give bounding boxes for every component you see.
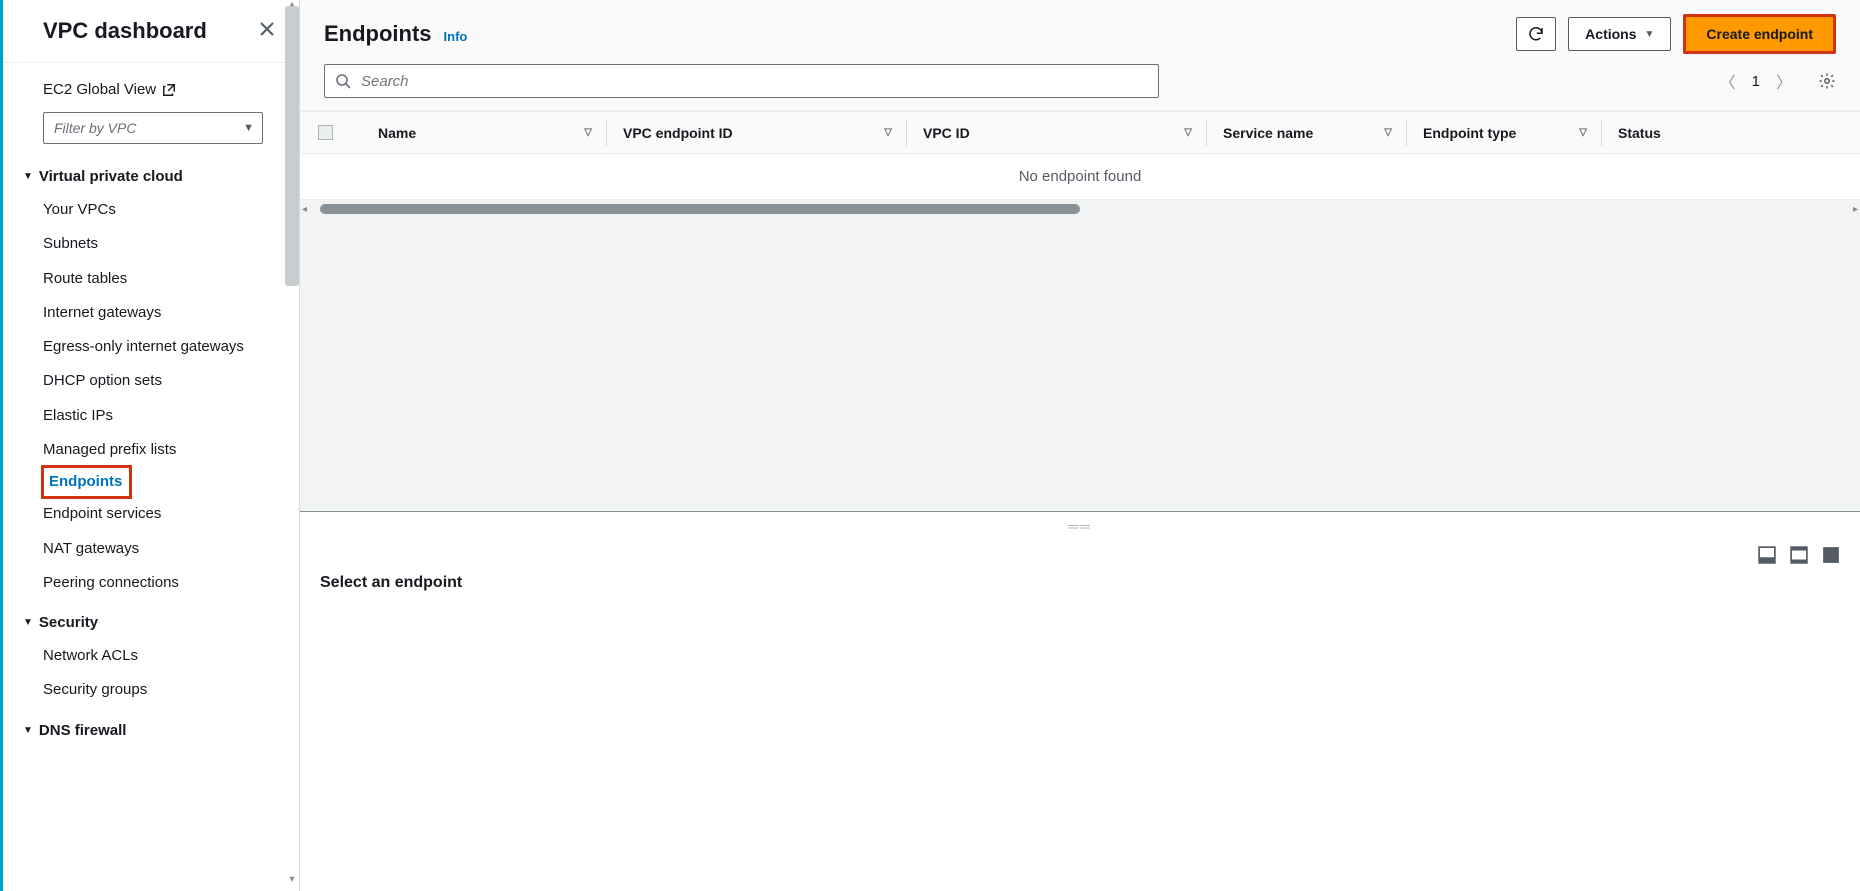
nav-group-label: Virtual private cloud xyxy=(39,168,183,185)
nav-group-label: DNS firewall xyxy=(39,722,127,739)
column-endpoint-id[interactable]: VPC endpoint ID▽ xyxy=(607,120,907,146)
scroll-left-icon[interactable]: ◂ xyxy=(302,204,307,215)
sort-icon[interactable]: ▽ xyxy=(1184,127,1192,138)
sidebar-item-peering[interactable]: Peering connections xyxy=(43,566,279,600)
sidebar-item-your-vpcs[interactable]: Your VPCs xyxy=(43,193,279,227)
search-box[interactable] xyxy=(324,64,1159,98)
sidebar-item-internet-gateways[interactable]: Internet gateways xyxy=(43,296,279,330)
filter-placeholder: Filter by VPC xyxy=(54,120,136,136)
sort-icon[interactable]: ▽ xyxy=(1384,127,1392,138)
sidebar-item-egress-gateways[interactable]: Egress-only internet gateways xyxy=(43,330,279,364)
detail-title: Select an endpoint xyxy=(300,570,1860,612)
collapse-icon: ▼ xyxy=(23,725,33,736)
actions-button[interactable]: Actions ▼ xyxy=(1568,17,1671,51)
caret-down-icon: ▼ xyxy=(243,122,254,134)
layout-bottom-icon[interactable] xyxy=(1758,546,1776,564)
sidebar-item-subnets[interactable]: Subnets xyxy=(43,227,279,261)
sort-icon[interactable]: ▽ xyxy=(584,127,592,138)
sidebar-item-nat-gateways[interactable]: NAT gateways xyxy=(43,532,279,566)
settings-gear-icon[interactable] xyxy=(1818,72,1836,90)
page-title: Endpoints xyxy=(324,21,432,47)
column-status[interactable]: Status xyxy=(1602,120,1860,146)
create-endpoint-label: Create endpoint xyxy=(1706,26,1813,42)
sidebar-item-dhcp[interactable]: DHCP option sets xyxy=(43,364,279,398)
scroll-down-icon[interactable]: ▾ xyxy=(286,873,298,885)
pagination: 〈 1 〉 xyxy=(1720,69,1836,93)
search-icon xyxy=(335,73,351,89)
endpoints-table: Name▽ VPC endpoint ID▽ VPC ID▽ Service n… xyxy=(300,111,1860,218)
refresh-icon xyxy=(1527,25,1545,43)
table-header: Name▽ VPC endpoint ID▽ VPC ID▽ Service n… xyxy=(300,112,1860,154)
sort-icon[interactable]: ▽ xyxy=(884,127,892,138)
info-link[interactable]: Info xyxy=(444,29,468,44)
page-prev-icon[interactable]: 〈 xyxy=(1720,69,1736,93)
ec2-global-view-label: EC2 Global View xyxy=(43,81,156,98)
ec2-global-view-link[interactable]: EC2 Global View xyxy=(43,81,176,98)
panel-drag-handle[interactable]: ══ xyxy=(300,512,1860,534)
collapse-icon: ▼ xyxy=(23,171,33,182)
create-endpoint-button[interactable]: Create endpoint xyxy=(1683,14,1836,54)
sidebar-item-endpoint-services[interactable]: Endpoint services xyxy=(43,497,279,531)
detail-panel: ══ Select an endpoint xyxy=(300,511,1860,891)
nav-group-dns-firewall[interactable]: ▼ DNS firewall xyxy=(23,722,279,739)
nav-group-label: Security xyxy=(39,614,98,631)
horizontal-scrollbar[interactable]: ◂ ▸ xyxy=(300,200,1860,218)
sidebar-item-security-groups[interactable]: Security groups xyxy=(43,673,279,707)
select-all-checkbox[interactable] xyxy=(318,120,362,146)
column-name[interactable]: Name▽ xyxy=(362,120,607,146)
main-content: Endpoints Info Actions ▼ Create endpoint xyxy=(300,0,1860,891)
filter-by-vpc-select[interactable]: Filter by VPC ▼ xyxy=(43,112,263,144)
sidebar-item-elastic-ips[interactable]: Elastic IPs xyxy=(43,399,279,433)
scroll-right-icon[interactable]: ▸ xyxy=(1853,204,1858,215)
sidebar: ▴ ▾ VPC dashboard EC2 Global View Filter… xyxy=(3,0,300,891)
refresh-button[interactable] xyxy=(1516,17,1556,51)
actions-label: Actions xyxy=(1585,26,1636,42)
sidebar-item-route-tables[interactable]: Route tables xyxy=(43,262,279,296)
column-endpoint-type[interactable]: Endpoint type▽ xyxy=(1407,120,1602,146)
sidebar-item-endpoints[interactable]: Endpoints xyxy=(43,467,130,497)
close-sidebar-icon[interactable] xyxy=(259,21,275,42)
collapse-icon: ▼ xyxy=(23,617,33,628)
nav-group-vpc[interactable]: ▼ Virtual private cloud xyxy=(23,168,279,185)
sidebar-item-network-acls[interactable]: Network ACLs xyxy=(43,639,279,673)
column-vpc-id[interactable]: VPC ID▽ xyxy=(907,120,1207,146)
nav-group-security[interactable]: ▼ Security xyxy=(23,614,279,631)
page-header: Endpoints Info Actions ▼ Create endpoint xyxy=(300,0,1860,111)
sidebar-item-prefix-lists[interactable]: Managed prefix lists xyxy=(43,433,279,467)
sort-icon[interactable]: ▽ xyxy=(1579,127,1587,138)
layout-full-icon[interactable] xyxy=(1822,546,1840,564)
external-link-icon xyxy=(162,83,176,97)
search-input[interactable] xyxy=(361,73,1148,90)
page-number: 1 xyxy=(1752,73,1760,90)
page-next-icon[interactable]: 〉 xyxy=(1776,69,1792,93)
column-service-name[interactable]: Service name▽ xyxy=(1207,120,1407,146)
sidebar-scrollbar[interactable] xyxy=(285,6,299,286)
caret-down-icon: ▼ xyxy=(1645,29,1655,40)
empty-state: No endpoint found xyxy=(300,154,1860,200)
scroll-thumb[interactable] xyxy=(320,204,1080,214)
layout-split-icon[interactable] xyxy=(1790,546,1808,564)
sidebar-title: VPC dashboard xyxy=(43,18,207,44)
